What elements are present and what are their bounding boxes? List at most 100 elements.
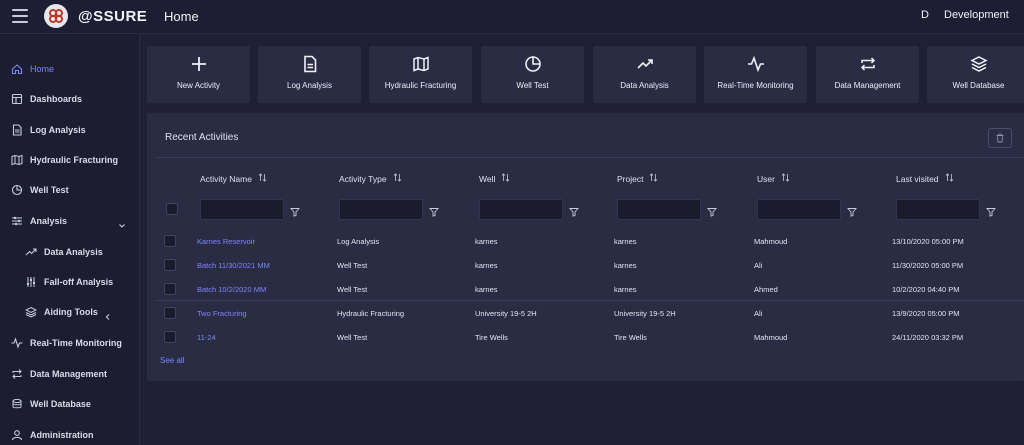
row-checkbox[interactable] <box>164 331 176 343</box>
sidebar-item-data-management[interactable]: Data Management <box>0 360 140 388</box>
pulse-icon <box>704 55 807 73</box>
sort-icon[interactable] <box>945 173 954 184</box>
activity-type-cell: Well Test <box>337 261 368 270</box>
user-cell: Ahmed <box>754 285 778 294</box>
app-logo[interactable] <box>44 4 68 28</box>
filter-activity-type <box>339 199 439 220</box>
sidebar-item-dashboards[interactable]: Dashboards <box>0 85 140 113</box>
sort-icon[interactable] <box>258 173 267 184</box>
filter-icon[interactable] <box>429 204 439 217</box>
row-checkbox[interactable] <box>164 307 176 319</box>
filter-input[interactable] <box>339 199 423 220</box>
tile-data-analysis[interactable]: Data Analysis <box>593 46 696 103</box>
column-header-label: Activity Type <box>339 173 387 184</box>
filter-icon[interactable] <box>986 204 996 217</box>
tile-label: Log Analysis <box>287 81 332 90</box>
well-cell: karnes <box>475 285 498 294</box>
plus-icon <box>147 55 250 73</box>
menu-icon[interactable] <box>12 9 28 23</box>
filter-input[interactable] <box>757 199 841 220</box>
well-cell: University 19-5 2H <box>475 309 537 318</box>
sidebar-item-real-time-monitoring[interactable]: Real-Time Monitoring <box>0 329 140 357</box>
row-checkbox[interactable] <box>164 235 176 247</box>
filter-input[interactable] <box>479 199 563 220</box>
column-header-project[interactable]: Project <box>617 173 658 184</box>
sidebar-item-analysis[interactable]: Analysis <box>0 207 140 235</box>
tile-new-activity[interactable]: New Activity <box>147 46 250 103</box>
filter-icon[interactable] <box>707 204 717 217</box>
tile-well-test[interactable]: Well Test <box>481 46 584 103</box>
column-header-label: Activity Name <box>200 173 252 184</box>
sidebar-item-well-test[interactable]: Well Test <box>0 176 140 204</box>
project-cell: karnes <box>614 285 637 294</box>
activity-name-link[interactable]: 11-24 <box>197 333 216 342</box>
column-header-well[interactable]: Well <box>479 173 510 184</box>
last-visited-cell: 13/9/2020 05:00 PM <box>892 309 960 318</box>
project-cell: University 19-5 2H <box>614 309 676 318</box>
activity-name-link[interactable]: Karnes Reservoir <box>197 237 255 246</box>
document-icon <box>10 123 24 137</box>
sidebar-item-aiding-tools[interactable]: Aiding Tools <box>0 298 140 326</box>
sort-icon[interactable] <box>781 173 790 184</box>
sidebar-item-home[interactable]: Home <box>0 55 140 83</box>
sidebar-item-well-database[interactable]: Well Database <box>0 390 140 418</box>
tile-label: Well Test <box>516 81 549 90</box>
column-header-user[interactable]: User <box>757 173 790 184</box>
project-cell: karnes <box>614 237 637 246</box>
sidebar: Home Dashboards Log Analysis Hydraulic F… <box>0 34 140 445</box>
sort-icon[interactable] <box>649 173 658 184</box>
tile-label: New Activity <box>176 81 221 90</box>
sidebar-item-data-analysis[interactable]: Data Analysis <box>0 238 140 266</box>
column-header-activity-name[interactable]: Activity Name <box>200 173 267 184</box>
repeat-icon <box>816 55 919 73</box>
activity-name-link[interactable]: Batch 10/2/2020 MM <box>197 285 266 294</box>
tile-real-time-monitoring[interactable]: Real-Time Monitoring <box>704 46 807 103</box>
tile-hydraulic-fracturing[interactable]: Hydraulic Fracturing <box>369 46 472 103</box>
layers-icon <box>24 305 38 319</box>
see-all-link[interactable]: See all <box>160 356 184 365</box>
home-icon <box>10 62 24 76</box>
user-avatar[interactable]: D <box>921 9 929 21</box>
select-all-checkbox[interactable] <box>166 203 178 215</box>
filter-project <box>617 199 717 220</box>
sidebar-item-label: Data Analysis <box>44 247 103 257</box>
column-header-activity-type[interactable]: Activity Type <box>339 173 402 184</box>
activity-type-cell: Well Test <box>337 333 368 342</box>
project-cell: karnes <box>614 261 637 270</box>
activity-name-link[interactable]: Batch 11/30/2021 MM <box>197 261 270 270</box>
user-cell: Mahmoud <box>754 333 788 342</box>
last-visited-cell: 10/2/2020 04:40 PM <box>892 285 960 294</box>
column-header-last-visited[interactable]: Last visited <box>896 173 954 184</box>
filter-input[interactable] <box>617 199 701 220</box>
tile-log-analysis[interactable]: Log Analysis <box>258 46 361 103</box>
filter-icon[interactable] <box>290 204 300 217</box>
sidebar-item-label: Home <box>30 64 55 74</box>
sidebar-item-label: Fall-off Analysis <box>44 277 114 287</box>
last-visited-cell: 13/10/2020 05:00 PM <box>892 237 964 246</box>
filter-input[interactable] <box>896 199 980 220</box>
well-cell: karnes <box>475 261 498 270</box>
sidebar-item-administration[interactable]: Administration <box>0 421 140 445</box>
sidebar-item-label: Hydraulic Fracturing <box>30 155 119 165</box>
page-title: Home <box>164 9 199 24</box>
activity-name-link[interactable]: Two Fracturing <box>197 309 247 318</box>
sort-icon[interactable] <box>393 173 402 184</box>
environment-selector[interactable]: Development <box>944 9 1009 21</box>
top-bar: @SSURE Home D Development <box>0 0 1024 34</box>
trend-icon <box>593 55 696 73</box>
sidebar-item-hydraulic-fracturing[interactable]: Hydraulic Fracturing <box>0 146 140 174</box>
sidebar-item-log-analysis[interactable]: Log Analysis <box>0 116 140 144</box>
filter-icon[interactable] <box>847 204 857 217</box>
tile-data-management[interactable]: Data Management <box>816 46 919 103</box>
dashboard-icon <box>10 92 24 106</box>
filter-input[interactable] <box>200 199 284 220</box>
tile-well-database[interactable]: Well Database <box>927 46 1024 103</box>
filter-icon[interactable] <box>569 204 579 217</box>
trend-icon <box>24 245 38 259</box>
delete-button[interactable] <box>988 128 1012 148</box>
empty-content-area <box>141 381 1024 445</box>
row-checkbox[interactable] <box>164 259 176 271</box>
sidebar-item-fall-off-analysis[interactable]: Fall-off Analysis <box>0 268 140 296</box>
row-checkbox[interactable] <box>164 283 176 295</box>
sort-icon[interactable] <box>501 173 510 184</box>
